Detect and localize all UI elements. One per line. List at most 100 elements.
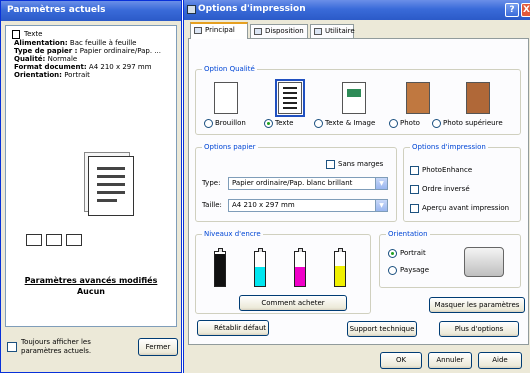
setting-value: Normale — [47, 55, 78, 63]
setting-value: A4 210 x 297 mm — [88, 63, 152, 71]
setting-label: Orientation: — [14, 71, 62, 79]
tech-support-button[interactable]: Support technique — [347, 321, 417, 337]
layout-tab-icon — [254, 28, 262, 35]
setting-row-feed: Alimentation: Bac feuille à feuille — [14, 39, 137, 47]
window-title: Options d'impression — [198, 4, 306, 14]
orientation-portrait-radio[interactable] — [388, 249, 397, 258]
quality-group: Option Qualité Brouillon Texte Texte & I… — [195, 65, 521, 135]
document-icon — [12, 30, 20, 39]
current-settings-window: Paramètres actuels Texte Alimentation: B… — [0, 0, 182, 373]
always-show-checkbox[interactable] — [7, 342, 17, 352]
borderless-checkbox[interactable] — [326, 160, 335, 169]
photo-superior-quality-icon[interactable] — [466, 82, 490, 114]
text-image-quality-icon[interactable] — [342, 82, 366, 114]
photo-quality-icon[interactable] — [406, 82, 430, 114]
chevron-down-icon[interactable]: ▼ — [375, 178, 387, 189]
advanced-settings-value: Aucun — [76, 287, 106, 296]
print-preview-label: Aperçu avant impression — [422, 204, 510, 212]
help-button[interactable]: Aide — [478, 352, 522, 369]
tab-label: Utilitaire — [325, 27, 355, 35]
printer-icon — [464, 247, 504, 277]
print-preview-checkbox[interactable] — [410, 204, 419, 213]
orientation-group: Orientation Portrait Paysage — [379, 230, 521, 288]
chevron-down-icon[interactable]: ▼ — [375, 200, 387, 211]
always-show-label: Toujours afficher les paramètres actuels… — [21, 338, 92, 355]
tab-label: Disposition — [265, 27, 304, 35]
setting-row-orientation: Orientation: Portrait — [14, 71, 90, 79]
reverse-order-checkbox[interactable] — [410, 185, 419, 194]
paper-options-title: Options papier — [202, 143, 258, 151]
copy-collate-icon — [66, 234, 82, 246]
quality-draft-radio[interactable] — [204, 119, 213, 128]
hide-settings-button[interactable]: Masquer les paramètres — [429, 297, 525, 313]
photoenhance-label: PhotoEnhance — [422, 166, 473, 174]
advanced-settings-label: Paramètres avancés modifiés — [24, 276, 158, 285]
photoenhance-checkbox[interactable] — [410, 166, 419, 175]
orientation-landscape-radio[interactable] — [388, 266, 397, 275]
quality-text-image-radio[interactable] — [314, 119, 323, 128]
ok-button[interactable]: OK — [380, 352, 422, 369]
utility-tab-icon — [314, 28, 322, 35]
orientation-portrait-label: Portrait — [400, 249, 426, 257]
close-icon[interactable]: X — [521, 3, 530, 17]
more-options-button[interactable]: Plus d'options — [439, 321, 519, 337]
quality-draft-label: Brouillon — [215, 119, 246, 127]
setting-label: Format document: — [14, 63, 87, 71]
cancel-button[interactable]: Annuler — [428, 352, 472, 369]
draft-quality-icon[interactable] — [214, 82, 238, 114]
paper-type-value: Papier ordinaire/Pap. blanc brillant — [232, 179, 353, 187]
copy-collate-icon — [46, 234, 62, 246]
ink-cartridge-magenta — [294, 248, 306, 287]
restore-defaults-button[interactable]: Rétablir défaut — [197, 320, 269, 336]
setting-value: Bac feuille à feuille — [69, 39, 137, 47]
setting-label: Qualité: — [14, 55, 46, 63]
copy-collate-icon — [26, 234, 42, 246]
ink-cartridge-yellow — [334, 248, 346, 287]
paper-type-label: Type: — [202, 179, 221, 187]
print-options-window: Options d'impression ? X Principal Dispo… — [183, 0, 530, 373]
quality-photo-label: Photo — [400, 119, 420, 127]
text-quality-icon[interactable] — [275, 79, 305, 117]
paper-size-label: Taille: — [202, 201, 222, 209]
tab-disposition[interactable]: Disposition — [250, 24, 308, 39]
print-options-title: Options d'impression — [410, 143, 488, 151]
paper-size-select[interactable]: A4 210 x 297 mm ▼ — [228, 199, 388, 212]
print-options-group: Options d'impression PhotoEnhance Ordre … — [403, 143, 521, 222]
help-icon[interactable]: ? — [505, 3, 519, 17]
how-to-buy-button[interactable]: Comment acheter — [239, 295, 347, 311]
setting-row-paper-type: Type de papier : Papier ordinaire/Pap. .… — [14, 47, 161, 55]
quality-photo-radio[interactable] — [389, 119, 398, 128]
setting-row-quality: Qualité: Normale — [14, 55, 77, 63]
paper-type-select[interactable]: Papier ordinaire/Pap. blanc brillant ▼ — [228, 177, 388, 190]
quality-text-label: Texte — [275, 119, 294, 127]
quality-photo-superior-radio[interactable] — [432, 119, 441, 128]
tab-panel-principal: Option Qualité Brouillon Texte Texte & I… — [188, 38, 529, 345]
setting-row-format: Format document: A4 210 x 297 mm — [14, 63, 152, 71]
borderless-label: Sans marges — [338, 160, 384, 168]
quality-text-radio[interactable] — [264, 119, 273, 128]
setting-value: Portrait — [64, 71, 90, 79]
paper-options-group: Options papier Sans marges Type: Papier … — [195, 143, 397, 222]
printer-app-icon — [187, 5, 196, 14]
tab-utilitaire[interactable]: Utilitaire — [310, 24, 355, 39]
tab-label: Principal — [205, 26, 235, 34]
tab-principal[interactable]: Principal — [190, 22, 248, 39]
setting-label: Alimentation: — [14, 39, 68, 47]
current-settings-titlebar: Paramètres actuels — [1, 1, 181, 21]
print-options-titlebar: Options d'impression ? X — [184, 0, 530, 20]
orientation-landscape-label: Paysage — [400, 266, 430, 274]
reverse-order-label: Ordre inversé — [422, 185, 470, 193]
quality-group-title: Option Qualité — [202, 65, 257, 73]
quality-photo-superior-label: Photo supérieure — [443, 119, 503, 127]
orientation-title: Orientation — [386, 230, 430, 238]
current-settings-panel: Texte Alimentation: Bac feuille à feuill… — [5, 25, 177, 327]
ink-cartridge-cyan — [254, 248, 266, 287]
quality-text-image-label: Texte & Image — [325, 119, 376, 127]
doc-type-value: Texte — [24, 30, 43, 38]
main-tab-icon — [194, 27, 202, 34]
ink-levels-title: Niveaux d'encre — [202, 230, 263, 238]
close-button[interactable]: Fermer — [138, 338, 178, 356]
setting-value: Papier ordinaire/Pap. ... — [79, 47, 161, 55]
paper-size-value: A4 210 x 297 mm — [232, 201, 295, 209]
ink-cartridge-black — [214, 248, 226, 287]
